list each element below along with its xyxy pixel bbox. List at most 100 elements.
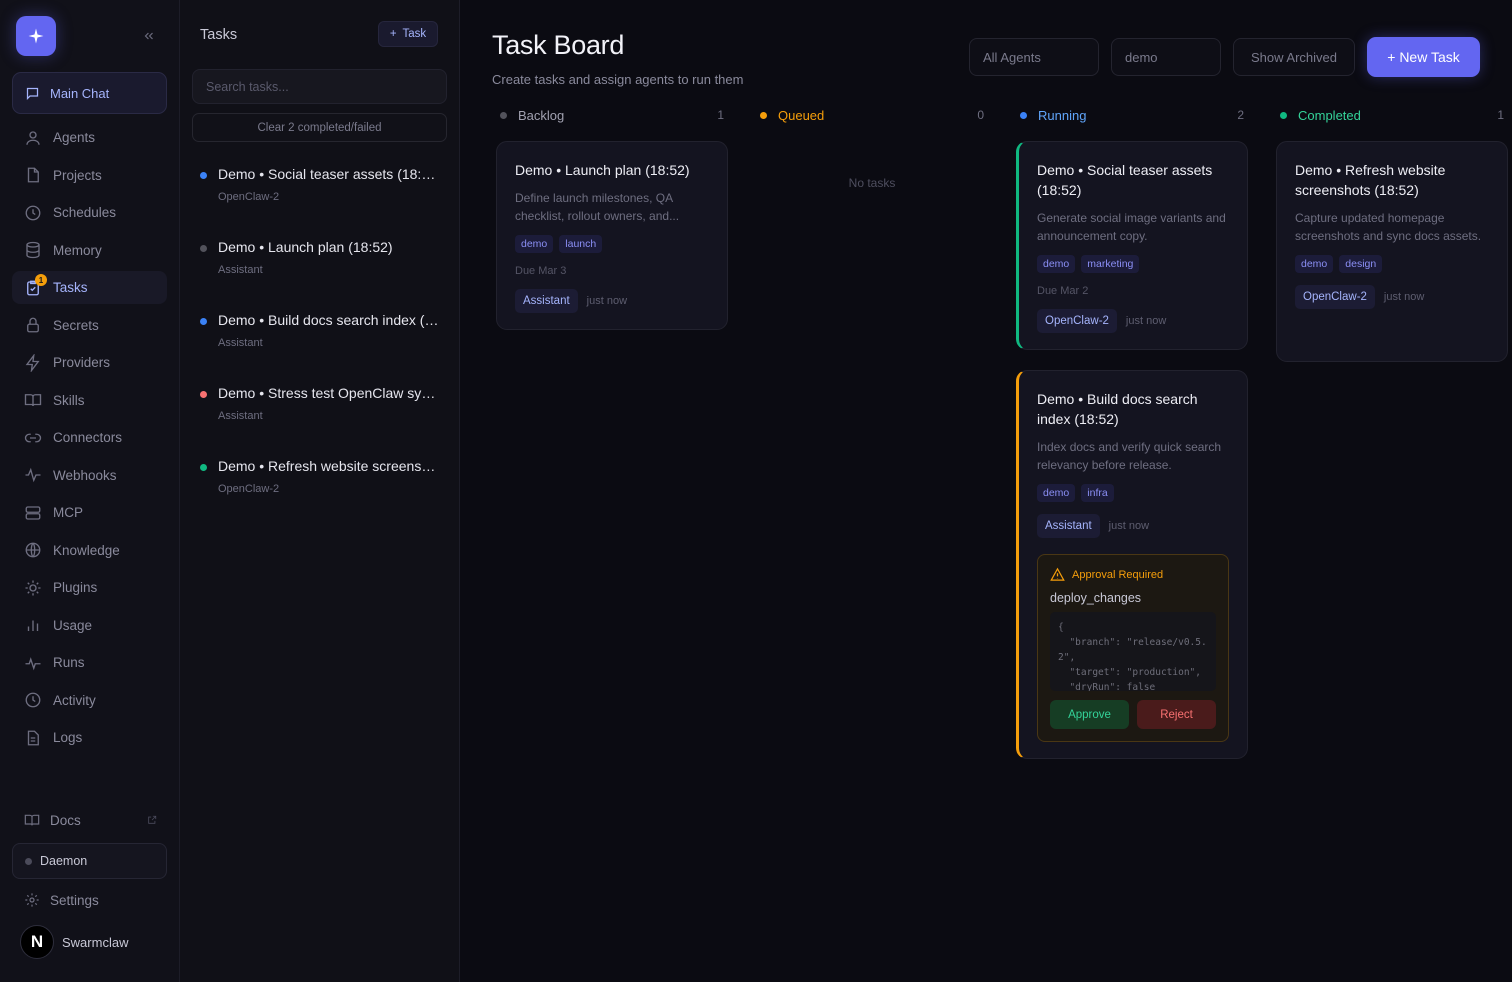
column-header: Queued 0 (756, 104, 988, 126)
status-dot (200, 464, 207, 471)
sidebar-item-usage[interactable]: Usage (12, 609, 167, 642)
column-running: Running 2 Demo • Social teaser assets (1… (1016, 104, 1248, 759)
tag: demo (515, 235, 554, 253)
sidebar-item-agents[interactable]: Agents (12, 121, 167, 154)
server-icon (25, 505, 41, 520)
sidebar-item-runs[interactable]: Runs (12, 646, 167, 679)
sidebar-item-memory[interactable]: Memory (12, 234, 167, 267)
column-count: 1 (717, 108, 724, 122)
sidebar-item-schedules[interactable]: Schedules (12, 196, 167, 229)
globe-icon (25, 542, 41, 558)
file-icon (27, 167, 39, 183)
sidebar-item-label: Knowledge (53, 542, 120, 558)
collapse-sidebar-button[interactable] (140, 27, 158, 45)
sidebar-item-secrets[interactable]: Secrets (12, 309, 167, 342)
sidebar-item-settings[interactable]: Settings (12, 886, 167, 914)
tasks-panel-title: Tasks (200, 27, 238, 43)
sidebar-item-logs[interactable]: Logs (12, 721, 167, 754)
sidebar-item-label: Connectors (53, 430, 123, 445)
sidebar-item-label: MCP (53, 505, 83, 520)
list-item[interactable]: Demo • Build docs search index (18:52) A… (192, 304, 450, 377)
search-tasks-input[interactable] (192, 69, 447, 104)
card-tags: demo infra (1037, 484, 1229, 502)
sidebar-item-knowledge[interactable]: Knowledge (12, 534, 167, 567)
card-description: Generate social image variants and annou… (1037, 211, 1226, 243)
card-description: Index docs and verify quick search relev… (1037, 440, 1222, 472)
approval-label: Approval Required (1072, 568, 1164, 581)
sidebar-item-label: Tasks (53, 280, 88, 295)
list-item[interactable]: Demo • Launch plan (18:52) Assistant (192, 231, 450, 304)
agent-pill[interactable]: Assistant (1037, 514, 1100, 538)
tag: marketing (1081, 255, 1140, 273)
daemon-status-dot (25, 857, 32, 865)
task-card-social[interactable]: Demo • Social teaser assets (18:52) Gene… (1016, 141, 1248, 350)
card-tags: demo marketing (1037, 255, 1229, 273)
sidebar-item-label: Secrets (53, 317, 99, 333)
sidebar: Main Chat Agents Projects Schedules Memo… (0, 0, 180, 982)
column-status-dot (1280, 111, 1287, 119)
sidebar-item-tasks[interactable]: 1 Tasks (12, 271, 167, 304)
clock-icon (25, 692, 41, 708)
tasks-panel: Tasks + Task Clear 2 completed/failed De… (180, 0, 460, 982)
task-name: Demo • Social teaser assets (18:52) (218, 166, 440, 182)
app-logo[interactable] (16, 16, 56, 56)
column-status-dot (500, 111, 507, 119)
pulse-icon (25, 467, 41, 483)
card-meta: OpenClaw-2 just now (1037, 309, 1229, 333)
agent-pill[interactable]: OpenClaw-2 (1037, 309, 1117, 333)
reject-button[interactable]: Reject (1137, 700, 1216, 729)
agent-pill[interactable]: OpenClaw-2 (1295, 285, 1375, 309)
column-label: Completed (1298, 107, 1361, 123)
status-dot (200, 391, 207, 398)
agent-pill[interactable]: Assistant (515, 289, 578, 313)
sidebar-item-docs[interactable]: Docs (12, 806, 167, 834)
list-item[interactable]: Demo • Social teaser assets (18:52) Open… (192, 158, 450, 231)
sidebar-item-label: Webhooks (53, 467, 117, 483)
daemon-status[interactable]: Daemon (12, 843, 167, 879)
avatar: N (20, 925, 54, 959)
status-dot (200, 245, 207, 252)
add-task-button[interactable]: + Task (378, 21, 438, 47)
user-profile[interactable]: N Swarmclaw (20, 925, 128, 959)
approval-args-code: { "branch": "release/v0.5.2", "target": … (1050, 612, 1216, 691)
approve-button[interactable]: Approve (1050, 700, 1129, 729)
book-icon (24, 814, 40, 826)
new-task-button[interactable]: + New Task (1367, 37, 1480, 77)
sidebar-item-providers[interactable]: Providers (12, 346, 167, 379)
search-filter-input[interactable]: demo (1111, 38, 1221, 76)
approval-panel: Approval Required deploy_changes { "bran… (1037, 554, 1229, 742)
sidebar-item-projects[interactable]: Projects (12, 159, 167, 192)
main-chat-button[interactable]: Main Chat (12, 72, 167, 114)
tag: demo (1295, 255, 1334, 273)
task-card-refresh[interactable]: Demo • Refresh website screenshots (18:5… (1276, 141, 1508, 362)
gear-icon (25, 893, 39, 907)
sparkle-icon (28, 28, 44, 44)
column-label: Queued (778, 107, 825, 123)
agent-filter-select[interactable]: All Agents (969, 38, 1099, 76)
list-item[interactable]: Demo • Stress test OpenClaw sync (18:52)… (192, 377, 450, 450)
card-due-date: Due Mar 2 (1037, 285, 1089, 297)
sidebar-item-mcp[interactable]: MCP (12, 496, 167, 529)
bar-chart-icon (27, 620, 39, 631)
list-item[interactable]: Demo • Refresh website screenshots (18:5… (192, 450, 450, 523)
sidebar-item-connectors[interactable]: Connectors (12, 421, 167, 454)
main-chat-label: Main Chat (50, 85, 110, 101)
sidebar-item-webhooks[interactable]: Webhooks (12, 459, 167, 492)
card-description: Capture updated homepage screenshots and… (1295, 211, 1482, 243)
show-archived-button[interactable]: Show Archived (1233, 38, 1355, 76)
sidebar-item-skills[interactable]: Skills (12, 384, 167, 417)
clear-completed-button[interactable]: Clear 2 completed/failed (192, 113, 447, 142)
column-count: 1 (1497, 108, 1504, 122)
empty-column-text: No tasks (848, 176, 896, 190)
column-label: Running (1038, 107, 1087, 123)
task-card-launch[interactable]: Demo • Launch plan (18:52) Define launch… (496, 141, 728, 330)
column-count: 2 (1237, 108, 1244, 122)
card-time: just now (586, 295, 628, 307)
task-agent: Assistant (218, 410, 263, 422)
task-agent: Assistant (218, 264, 263, 276)
sidebar-item-activity[interactable]: Activity (12, 684, 167, 717)
card-title: Demo • Build docs search index (18:52) (1037, 391, 1198, 427)
activity-icon (25, 656, 41, 670)
task-card-docs[interactable]: Demo • Build docs search index (18:52) I… (1016, 370, 1248, 759)
sidebar-item-plugins[interactable]: Plugins (12, 571, 167, 604)
